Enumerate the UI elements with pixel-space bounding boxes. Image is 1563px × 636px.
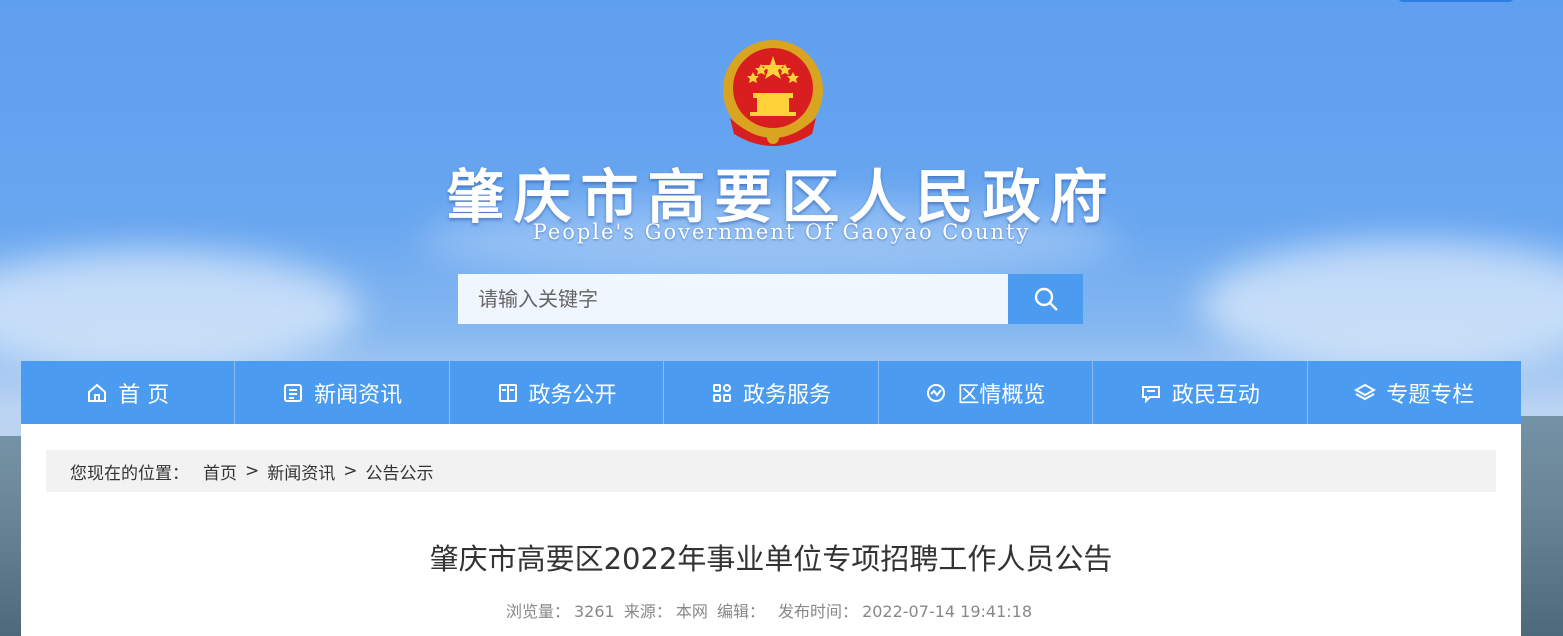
views-count: 3261 (574, 602, 615, 621)
search-icon (1034, 287, 1058, 311)
nav-item-gov-affairs[interactable]: 政务公开 (450, 361, 665, 424)
nav-item-interaction[interactable]: 政民互动 (1093, 361, 1308, 424)
site-subtitle: People's Government Of Gaoyao County (532, 220, 1031, 244)
nav-label: 区情概览 (957, 382, 1046, 408)
main-nav: 首 页 新闻资讯 政务公开 政务服务 区情概览 政民互动 专题专栏 (21, 361, 1521, 424)
breadcrumb-home[interactable]: 首页 (203, 459, 237, 484)
nav-label: 专题专栏 (1386, 382, 1475, 408)
breadcrumb-announcements[interactable]: 公告公示 (366, 459, 434, 484)
nav-item-news[interactable]: 新闻资讯 (235, 361, 450, 424)
nav-label: 首 页 (118, 382, 170, 408)
cloud-decoration (0, 250, 360, 370)
breadcrumb-separator: > (245, 461, 260, 481)
published-time: 2022-07-14 19:41:18 (862, 602, 1032, 621)
source-value: 本网 (675, 602, 708, 621)
layers-icon (1354, 383, 1377, 400)
breadcrumb-separator: > (343, 461, 358, 481)
search-input[interactable] (458, 274, 1008, 324)
breadcrumb: 您现在的位置： 首页 > 新闻资讯 > 公告公示 (46, 450, 1496, 492)
content-panel: 您现在的位置： 首页 > 新闻资讯 > 公告公示 肇庆市高要区2022年事业单位… (21, 424, 1521, 636)
mountain-decoration (0, 436, 22, 636)
breadcrumb-lead: 您现在的位置： (70, 463, 189, 484)
chat-icon (1141, 385, 1160, 403)
source-label: 来源： (623, 602, 672, 621)
news-icon (284, 383, 303, 402)
mountain-decoration (1521, 416, 1563, 636)
book-icon (498, 383, 517, 402)
search-button[interactable] (1008, 274, 1083, 324)
views-label: 浏览量： (505, 602, 570, 621)
cloud-decoration (1200, 240, 1563, 370)
top-corner-bar (1396, 0, 1516, 2)
published-label: 发布时间： (778, 602, 859, 621)
article-title: 肇庆市高要区2022年事业单位专项招聘工作人员公告 (429, 542, 1113, 576)
article-meta: 浏览量： 3261 来源： 本网 编辑： 发布时间： 2022-07-14 19:41… (21, 598, 1521, 622)
nav-item-overview[interactable]: 区情概览 (879, 361, 1094, 424)
search-bar (458, 274, 1083, 324)
home-icon (88, 383, 107, 402)
nav-label: 新闻资讯 (314, 382, 403, 408)
overview-icon (927, 383, 946, 402)
nav-label: 政务服务 (742, 382, 831, 408)
grid-icon (712, 383, 731, 402)
breadcrumb-news[interactable]: 新闻资讯 (267, 459, 335, 484)
nav-label: 政民互动 (1171, 382, 1260, 408)
nav-label: 政务公开 (528, 382, 617, 408)
nav-item-topics[interactable]: 专题专栏 (1308, 361, 1521, 424)
editor-label: 编辑： (716, 602, 765, 621)
national-emblem (720, 38, 826, 150)
nav-item-gov-services[interactable]: 政务服务 (664, 361, 879, 424)
nav-item-home[interactable]: 首 页 (21, 361, 236, 424)
